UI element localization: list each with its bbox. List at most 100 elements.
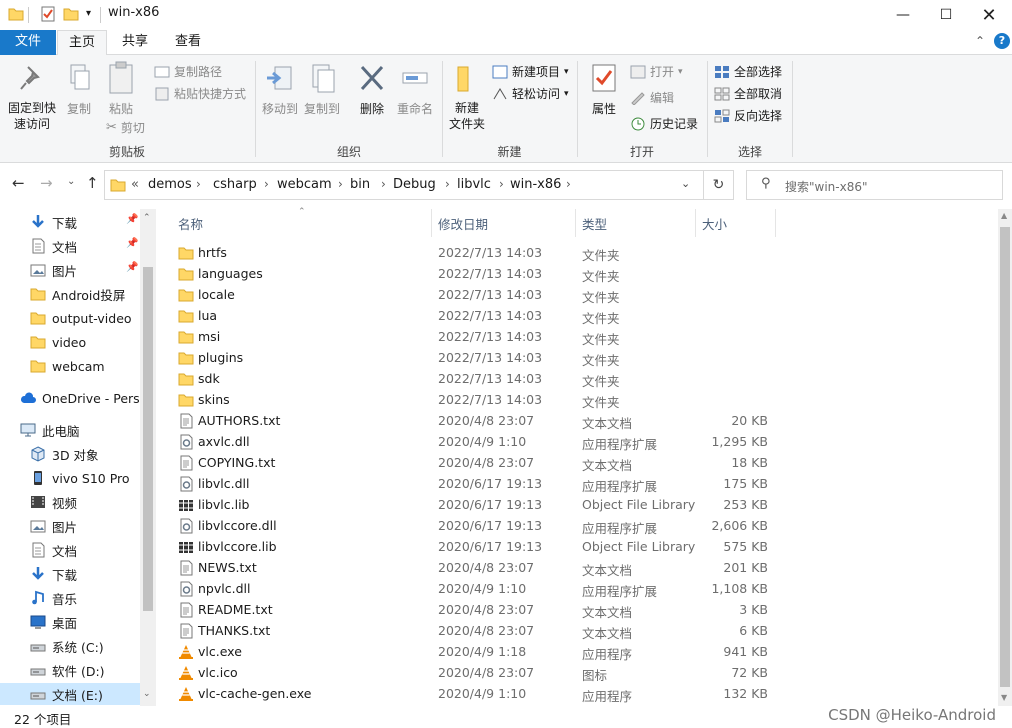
nav-item[interactable]: output-video <box>30 307 132 329</box>
table-row[interactable]: npvlc.dll 2020/4/9 1:10 应用程序扩展 1,108 KB <box>174 579 774 600</box>
help-icon[interactable]: ? <box>994 33 1010 49</box>
tab-home[interactable]: 主页 <box>57 30 107 56</box>
table-row[interactable]: locale 2022/7/13 14:03 文件夹 <box>174 285 774 306</box>
column-header-size[interactable]: 大小 <box>702 214 727 233</box>
breadcrumb-separator-icon[interactable]: › <box>499 177 504 191</box>
tab-view[interactable]: 查看 <box>162 30 214 55</box>
table-row[interactable]: sdk 2022/7/13 14:03 文件夹 <box>174 369 774 390</box>
edit-button[interactable]: 编辑 <box>630 89 674 106</box>
select-none-button[interactable]: 全部取消 <box>714 85 782 102</box>
table-row[interactable]: NEWS.txt 2020/4/8 23:07 文本文档 201 KB <box>174 558 774 579</box>
invert-selection-button[interactable]: 反向选择 <box>714 107 782 124</box>
nav-item[interactable]: webcam <box>30 355 105 377</box>
properties-button[interactable]: 属性 <box>586 63 622 117</box>
nav-scrollbar[interactable]: ⌃ ⌄ <box>140 209 156 706</box>
cut-button[interactable]: ✂ 剪切 <box>106 119 145 136</box>
pin-icon[interactable]: 📌 <box>126 262 138 273</box>
move-to-button[interactable]: 移动到 <box>260 63 300 117</box>
column-divider[interactable] <box>775 209 776 237</box>
table-row[interactable]: libvlc.dll 2020/6/17 19:13 应用程序扩展 175 KB <box>174 474 774 495</box>
breadcrumb-bin[interactable]: bin <box>350 177 370 192</box>
breadcrumb-separator-icon[interactable]: › <box>338 177 343 191</box>
breadcrumb-win-x86[interactable]: win-x86 <box>510 177 561 192</box>
open-button[interactable]: 打开 ▾ <box>630 63 683 80</box>
table-row[interactable]: axvlc.dll 2020/4/9 1:10 应用程序扩展 1,295 KB <box>174 432 774 453</box>
pin-icon[interactable]: 📌 <box>126 238 138 249</box>
column-divider[interactable] <box>431 209 432 237</box>
back-arrow-icon[interactable]: ← <box>12 174 25 192</box>
nav-item[interactable]: 软件 (D:) <box>30 659 105 681</box>
table-row[interactable]: README.txt 2020/4/8 23:07 文本文档 3 KB <box>174 600 774 621</box>
recent-locations-chevron-icon[interactable]: ⌄ <box>67 176 75 187</box>
nav-item[interactable]: vivo S10 Pro <box>30 467 130 489</box>
nav-item[interactable]: 下载 <box>30 563 77 585</box>
vertical-scrollbar[interactable]: ▲ ▼ <box>998 209 1012 706</box>
copy-to-button[interactable]: 复制到 <box>302 63 342 117</box>
column-divider[interactable] <box>575 209 576 237</box>
new-folder-icon[interactable] <box>63 6 79 22</box>
pin-quick-access-button[interactable]: 固定到快 速访问 <box>6 63 58 132</box>
close-button[interactable]: ✕ <box>966 0 1012 30</box>
table-row[interactable]: hrtfs 2022/7/13 14:03 文件夹 <box>174 243 774 264</box>
nav-item[interactable]: OneDrive - Perso <box>20 387 147 409</box>
search-input[interactable]: ⚲ 搜索"win-x86" <box>746 170 1003 200</box>
breadcrumb-separator-icon[interactable]: › <box>196 177 201 191</box>
properties-check-icon[interactable] <box>40 6 56 22</box>
breadcrumb-libvlc[interactable]: libvlc <box>457 177 491 192</box>
new-item-button[interactable]: 新建项目 ▾ <box>492 63 569 80</box>
nav-item[interactable]: Android投屏 <box>30 283 125 305</box>
forward-arrow-icon[interactable]: → <box>40 174 53 192</box>
breadcrumb-demos[interactable]: demos <box>148 177 192 192</box>
refresh-icon[interactable]: ↻ <box>704 170 734 200</box>
table-row[interactable]: skins 2022/7/13 14:03 文件夹 <box>174 390 774 411</box>
select-all-button[interactable]: 全部选择 <box>714 63 782 80</box>
table-row[interactable]: THANKS.txt 2020/4/8 23:07 文本文档 6 KB <box>174 621 774 642</box>
paste-button[interactable]: 粘贴 <box>102 61 140 117</box>
collapse-ribbon-icon[interactable]: ⌃ <box>975 34 985 48</box>
nav-item[interactable]: 文档 (E:) <box>0 683 140 705</box>
table-row[interactable]: libvlccore.lib 2020/6/17 19:13 Object File… <box>174 537 774 558</box>
breadcrumb-webcam[interactable]: webcam <box>277 177 332 192</box>
nav-item[interactable]: video <box>30 331 86 353</box>
maximize-button[interactable]: ☐ <box>923 0 969 30</box>
nav-item[interactable]: 桌面 <box>30 611 77 633</box>
tab-share[interactable]: 共享 <box>110 30 160 55</box>
scroll-down-icon[interactable]: ▼ <box>1001 693 1007 702</box>
table-row[interactable]: lua 2022/7/13 14:03 文件夹 <box>174 306 774 327</box>
nav-item[interactable]: 系统 (C:) <box>30 635 104 657</box>
table-row[interactable]: COPYING.txt 2020/4/8 23:07 文本文档 18 KB <box>174 453 774 474</box>
table-row[interactable]: msi 2022/7/13 14:03 文件夹 <box>174 327 774 348</box>
quick-access-dropdown-icon[interactable]: ▾ <box>86 8 91 19</box>
table-row[interactable]: vlc-cache-gen.exe 2020/4/9 1:10 应用程序 132 KB <box>174 684 774 705</box>
address-history-chevron-icon[interactable]: ⌄ <box>681 177 690 190</box>
scrollbar-thumb[interactable] <box>1000 227 1010 687</box>
column-header-date[interactable]: 修改日期 <box>438 214 488 233</box>
breadcrumb-separator-icon[interactable]: › <box>264 177 269 191</box>
breadcrumb-separator-icon[interactable]: › <box>445 177 450 191</box>
nav-item[interactable]: 此电脑 <box>20 419 80 441</box>
breadcrumb-csharp[interactable]: csharp <box>213 177 257 192</box>
nav-item[interactable]: 图片 <box>30 515 77 537</box>
column-header-name[interactable]: 名称 <box>178 214 203 233</box>
pin-icon[interactable]: 📌 <box>126 214 138 225</box>
scrollbar-thumb[interactable] <box>143 267 153 611</box>
address-bar[interactable]: « demos › csharp › webcam › bin › Debug … <box>104 170 704 200</box>
table-row[interactable]: vlc.ico 2020/4/8 23:07 图标 72 KB <box>174 663 774 684</box>
table-row[interactable]: languages 2022/7/13 14:03 文件夹 <box>174 264 774 285</box>
up-arrow-icon[interactable]: ↑ <box>86 174 99 192</box>
table-row[interactable]: vlc.exe 2020/4/9 1:18 应用程序 941 KB <box>174 642 774 663</box>
history-button[interactable]: 历史记录 <box>630 115 698 132</box>
breadcrumb-overflow[interactable]: « <box>131 177 139 192</box>
easy-access-button[interactable]: 轻松访问 ▾ <box>492 85 569 102</box>
new-folder-button[interactable]: 新建 文件夹 <box>446 63 488 132</box>
nav-item[interactable]: 3D 对象 <box>30 443 99 465</box>
scroll-up-icon[interactable]: ▲ <box>1001 211 1007 220</box>
rename-button[interactable]: 重命名 <box>394 63 436 117</box>
delete-button[interactable]: 删除 <box>354 63 390 117</box>
breadcrumb-separator-icon[interactable]: › <box>566 177 571 191</box>
table-row[interactable]: libvlccore.dll 2020/6/17 19:13 应用程序扩展 2,606… <box>174 516 774 537</box>
breadcrumb-debug[interactable]: Debug <box>393 177 436 192</box>
nav-item[interactable]: 下载 📌 <box>30 211 138 233</box>
scroll-up-icon[interactable]: ⌃ <box>143 213 151 223</box>
nav-item[interactable]: 图片 📌 <box>30 259 138 281</box>
